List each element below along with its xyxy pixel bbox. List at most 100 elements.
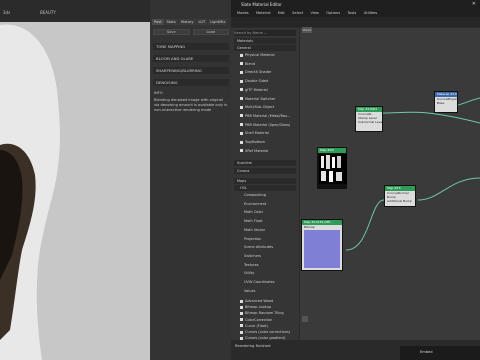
panel-tabs: Post Stats History LUT LightMix (152, 19, 228, 25)
browser-item-osl[interactable]: Scene Attributes (234, 244, 296, 250)
menu-view[interactable]: View (310, 9, 319, 17)
close-icon[interactable]: ✕ (472, 1, 476, 7)
map-swatch-icon (240, 318, 243, 322)
material-swatch-icon (240, 70, 243, 74)
browser-item-map[interactable]: Bitmap Lookup (234, 304, 296, 310)
material-swatch-icon (240, 149, 243, 153)
material-swatch-icon (240, 62, 243, 66)
map-swatch-icon (240, 305, 243, 309)
browser-item-material[interactable]: PBR Material (Metal/Rou... (234, 113, 296, 119)
browser-item-map[interactable]: ColorCorrection (234, 317, 296, 323)
menu-select[interactable]: Select (292, 9, 303, 17)
menu-edit[interactable]: Edit (278, 9, 285, 17)
material-swatch-icon (240, 88, 243, 92)
material-swatch-icon (240, 123, 243, 127)
browser-item-material[interactable]: DirectX Shader (234, 69, 296, 75)
browser-item-map[interactable]: Curve (Float) (234, 323, 296, 329)
bitmap-thumbnail (319, 154, 347, 184)
browser-item-material[interactable]: Physical Material (234, 52, 296, 58)
category-maps[interactable]: Maps (234, 178, 296, 184)
browser-item-material[interactable]: Blend (234, 61, 296, 67)
render-image (0, 0, 150, 360)
tab-lightmix[interactable]: LightMix (208, 19, 228, 25)
node-map-10139[interactable]: Map #10139 (MH.. Bitmap (301, 219, 343, 271)
material-swatch-icon (240, 105, 243, 109)
material-swatch-icon (240, 140, 243, 144)
browser-item-material[interactable]: Multi/Sub-Object (234, 104, 296, 110)
section-denoising[interactable]: DENOISING (153, 79, 229, 86)
browser-item-material[interactable]: Double Sided (234, 78, 296, 84)
channel-selector[interactable]: BEAUTY (40, 10, 56, 15)
pause-icon[interactable] (302, 316, 308, 322)
map-swatch-icon (240, 299, 243, 303)
browser-item-osl[interactable]: Switchers (234, 253, 296, 259)
browser-item-map[interactable]: Curves (color corrections) (234, 329, 296, 335)
section-tone-mapping[interactable]: TONE MAPPING (153, 43, 229, 50)
browser-item-material[interactable]: glTF Material (234, 87, 296, 93)
browser-item-material[interactable]: Material Switcher (234, 96, 296, 102)
browser-item-material[interactable]: XRef Material (234, 148, 296, 154)
browser-item-osl[interactable]: Projection (234, 236, 296, 242)
category-materials[interactable]: Materials (234, 38, 296, 44)
browser-item-material[interactable]: PBR Material (Spec/Gloss) (234, 122, 296, 128)
menu-bar: Modes Material Edit Select View Options … (231, 9, 480, 17)
tab-post[interactable]: Post (152, 19, 164, 25)
normal-map-thumbnail (304, 230, 340, 268)
map-swatch-icon (240, 311, 243, 315)
map-swatch-icon (240, 330, 243, 334)
browser-item-osl[interactable]: Math Color (234, 209, 296, 215)
material-swatch-icon (240, 53, 243, 57)
browser-item-osl[interactable]: Math Float (234, 218, 296, 224)
tab-lut[interactable]: LUT (196, 19, 208, 25)
browser-item-osl[interactable]: Math Vector (234, 227, 296, 233)
browser-item-material[interactable]: Top/Bottom (234, 139, 296, 145)
save-button[interactable]: Save (153, 29, 190, 35)
status-text: Rendering finished (235, 343, 271, 348)
browser-item-osl[interactable]: Environment (234, 201, 296, 207)
node-material-135[interactable]: Material #135 CoronaPhysical Base (434, 91, 458, 113)
material-swatch-icon (240, 79, 243, 83)
category-osl[interactable]: OSL (234, 185, 296, 191)
browser-item-material[interactable]: Shell Material (234, 130, 296, 136)
browser-item-map[interactable]: Bitmap Random Tiling (234, 310, 296, 316)
slate-title-bar: Slate Material Editor ✕ (231, 0, 480, 9)
section-sharpening[interactable]: SHARPENING/BLURRING (153, 67, 229, 74)
info-title: INFO (154, 91, 163, 95)
app-icon: 3ds (3, 10, 11, 15)
node-map-44[interactable]: Map #44 (317, 147, 347, 189)
search-input[interactable]: Search by Name ... (234, 30, 296, 36)
load-button[interactable]: Load (192, 29, 229, 35)
browser-item-map[interactable]: Advanced Wood (234, 298, 296, 304)
menu-options[interactable]: Options (326, 9, 340, 17)
menu-material[interactable]: Material (256, 9, 271, 17)
browser-item-osl[interactable]: Values (234, 288, 296, 294)
embed-label: Embed (420, 350, 433, 354)
info-text: Blending denoised image with original vi… (154, 98, 228, 112)
material-swatch-icon (240, 97, 243, 100)
section-bloom-glare[interactable]: BLOOM AND GLARE (153, 55, 229, 62)
category-corona[interactable]: Corona (234, 168, 296, 174)
render-viewport[interactable] (0, 0, 150, 360)
browser-item-osl[interactable]: Compositing (234, 192, 296, 198)
taskbar: Embed (400, 346, 480, 360)
browser-item-osl[interactable]: Textures (234, 262, 296, 268)
window-title: Slate Material Editor (241, 2, 282, 7)
menu-tools[interactable]: Tools (347, 9, 356, 17)
material-map-browser: Search by Name ... Materials General Phy… (231, 28, 299, 340)
node-view-canvas[interactable]: View1 Map #10001 CoronaN.. Stamp Level S… (300, 27, 480, 340)
material-swatch-icon (240, 114, 243, 118)
frame-buffer-panel: Post Stats History LUT LightMix Save Loa… (150, 0, 231, 360)
browser-item-osl[interactable]: UVW Coordinates (234, 279, 296, 285)
tab-stats[interactable]: Stats (164, 19, 178, 25)
node-map-15[interactable]: Map #15 CoronaNormal Bump Additional Bum… (384, 185, 416, 207)
menu-modes[interactable]: Modes (237, 9, 249, 17)
material-swatch-icon (240, 131, 243, 135)
slate-toolbar (231, 17, 480, 27)
menu-utilities[interactable]: Utilities (364, 9, 378, 17)
map-swatch-icon (240, 324, 243, 328)
tab-history[interactable]: History (178, 19, 196, 25)
category-general[interactable]: General (234, 45, 296, 51)
node-map-10001[interactable]: Map #10001 CoronaN.. Stamp Level Subnorm… (355, 106, 383, 132)
browser-item-osl[interactable]: Utility (234, 270, 296, 276)
category-scanline[interactable]: Scanline (234, 160, 296, 166)
